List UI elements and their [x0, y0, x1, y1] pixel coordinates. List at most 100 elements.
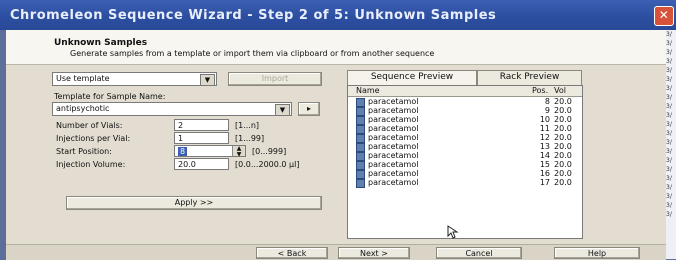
row-vol: 20.0 [554, 106, 572, 115]
column-header-vol[interactable]: Vol [554, 86, 566, 95]
apply-button[interactable]: Apply >> [66, 196, 322, 210]
spin-arrows-icon[interactable]: ▲ ▼ [232, 146, 245, 158]
strip-text: 3/ [666, 40, 672, 47]
title-bar: Chromeleon Sequence Wizard - Step 2 of 5… [0, 0, 676, 30]
cancel-button[interactable]: Cancel [436, 247, 522, 259]
header-band: Unknown Samples Generate samples from a … [6, 30, 666, 65]
next-button[interactable]: Next > [338, 247, 410, 259]
strip-text: 3/ [666, 175, 672, 182]
row-pos: 13 [539, 142, 550, 151]
row-vol: 20.0 [554, 142, 572, 151]
strip-text: 3/ [666, 211, 672, 218]
chevron-down-icon[interactable]: ▼ [275, 104, 290, 115]
row-name: paracetamol [368, 133, 419, 142]
table-row[interactable]: paracetamol 9 20.0 [348, 106, 582, 116]
table-row[interactable]: paracetamol 15 20.0 [348, 160, 582, 170]
row-pos: 8 [544, 97, 550, 106]
row-pos: 10 [539, 115, 550, 124]
help-button[interactable]: Help [554, 247, 640, 259]
page-heading: Unknown Samples [54, 38, 148, 48]
row-vol: 20.0 [554, 178, 572, 187]
table-row[interactable]: paracetamol 11 20.0 [348, 124, 582, 134]
row-name: paracetamol [368, 169, 419, 178]
row-pos: 15 [539, 160, 550, 169]
strip-text: 3/ [666, 94, 672, 101]
close-button[interactable]: ✕ [654, 6, 674, 26]
table-row[interactable]: paracetamol 17 20.0 [348, 178, 582, 188]
table-row[interactable]: paracetamol 13 20.0 [348, 142, 582, 152]
strip-text: 3/ [666, 157, 672, 164]
vials-range: [1...n] [235, 121, 260, 130]
background-window-strip: 3/ 3/ 3/ 3/ 3/ 3/ 3/ 3/ 3/ 3/ 3/ 3/ 3/ 3… [666, 30, 676, 259]
start-position-range: [0...999] [252, 147, 287, 156]
column-header-name[interactable]: Name [356, 86, 380, 95]
start-position-label: Start Position: [56, 147, 112, 156]
tab-sequence-preview[interactable]: Sequence Preview [347, 70, 477, 85]
window-title: Chromeleon Sequence Wizard - Step 2 of 5… [10, 8, 497, 23]
row-pos: 14 [539, 151, 550, 160]
source-mode-value: Use template [56, 74, 110, 83]
sample-icon [356, 179, 365, 188]
table-row[interactable]: paracetamol 12 20.0 [348, 133, 582, 143]
row-name: paracetamol [368, 178, 419, 187]
strip-text: 3/ [666, 148, 672, 155]
vials-label: Number of Vials: [56, 121, 123, 130]
row-pos: 17 [539, 178, 550, 187]
row-vol: 20.0 [554, 124, 572, 133]
template-label: Template for Sample Name: [54, 92, 166, 101]
tab-rack-preview[interactable]: Rack Preview [477, 70, 582, 85]
strip-text: 3/ [666, 166, 672, 173]
start-position-value: 8 [178, 147, 188, 156]
table-row[interactable]: paracetamol 16 20.0 [348, 169, 582, 179]
vials-field[interactable]: 2 [174, 119, 229, 131]
row-name: paracetamol [368, 151, 419, 160]
table-header: Name Pos. Vol [348, 86, 582, 97]
strip-text: 3/ [666, 121, 672, 128]
template-browse-button[interactable]: ▸ [298, 102, 320, 116]
strip-text: 3/ [666, 202, 672, 209]
row-pos: 16 [539, 169, 550, 178]
injection-volume-label: Injection Volume: [56, 160, 126, 169]
row-vol: 20.0 [554, 133, 572, 142]
injection-volume-field[interactable]: 20.0 [174, 158, 229, 170]
sample-table[interactable]: Name Pos. Vol paracetamol 8 20.0 paracetam… [347, 85, 583, 239]
template-value: antipsychotic [56, 104, 110, 113]
injections-label: Injections per Vial: [56, 134, 131, 143]
chevron-down-icon[interactable]: ▼ [200, 74, 215, 85]
page-description: Generate samples from a template or impo… [70, 49, 435, 58]
row-vol: 20.0 [554, 169, 572, 178]
source-mode-select[interactable]: Use template ▼ [52, 72, 217, 86]
start-position-field[interactable]: 8 ▲ ▼ [174, 145, 246, 158]
strip-text: 3/ [666, 76, 672, 83]
strip-text: 3/ [666, 193, 672, 200]
injections-range: [1...99] [235, 134, 265, 143]
strip-text: 3/ [666, 130, 672, 137]
back-button[interactable]: < Back [256, 247, 328, 259]
strip-text: 3/ [666, 103, 672, 110]
injections-field[interactable]: 1 [174, 132, 229, 144]
table-row[interactable]: paracetamol 14 20.0 [348, 151, 582, 161]
row-pos: 9 [544, 106, 550, 115]
strip-text: 3/ [666, 58, 672, 65]
table-row[interactable]: paracetamol 10 20.0 [348, 115, 582, 125]
template-select[interactable]: antipsychotic ▼ [52, 102, 292, 116]
table-row[interactable]: paracetamol 8 20.0 [348, 97, 582, 107]
row-vol: 20.0 [554, 160, 572, 169]
wizard-window: Unknown Samples Generate samples from a … [6, 30, 666, 260]
strip-text: 3/ [666, 31, 672, 38]
row-name: paracetamol [368, 142, 419, 151]
row-vol: 20.0 [554, 115, 572, 124]
strip-text: 3/ [666, 67, 672, 74]
column-header-pos[interactable]: Pos. [532, 86, 548, 95]
row-pos: 12 [539, 133, 550, 142]
strip-text: 3/ [666, 139, 672, 146]
mouse-cursor-icon [447, 225, 459, 239]
strip-text: 3/ [666, 49, 672, 56]
row-name: paracetamol [368, 106, 419, 115]
row-name: paracetamol [368, 97, 419, 106]
injection-volume-range: [0.0...2000.0 µl] [235, 160, 300, 169]
strip-text: 3/ [666, 184, 672, 191]
row-pos: 11 [539, 124, 550, 133]
row-vol: 20.0 [554, 151, 572, 160]
import-button[interactable]: Import [228, 72, 322, 86]
